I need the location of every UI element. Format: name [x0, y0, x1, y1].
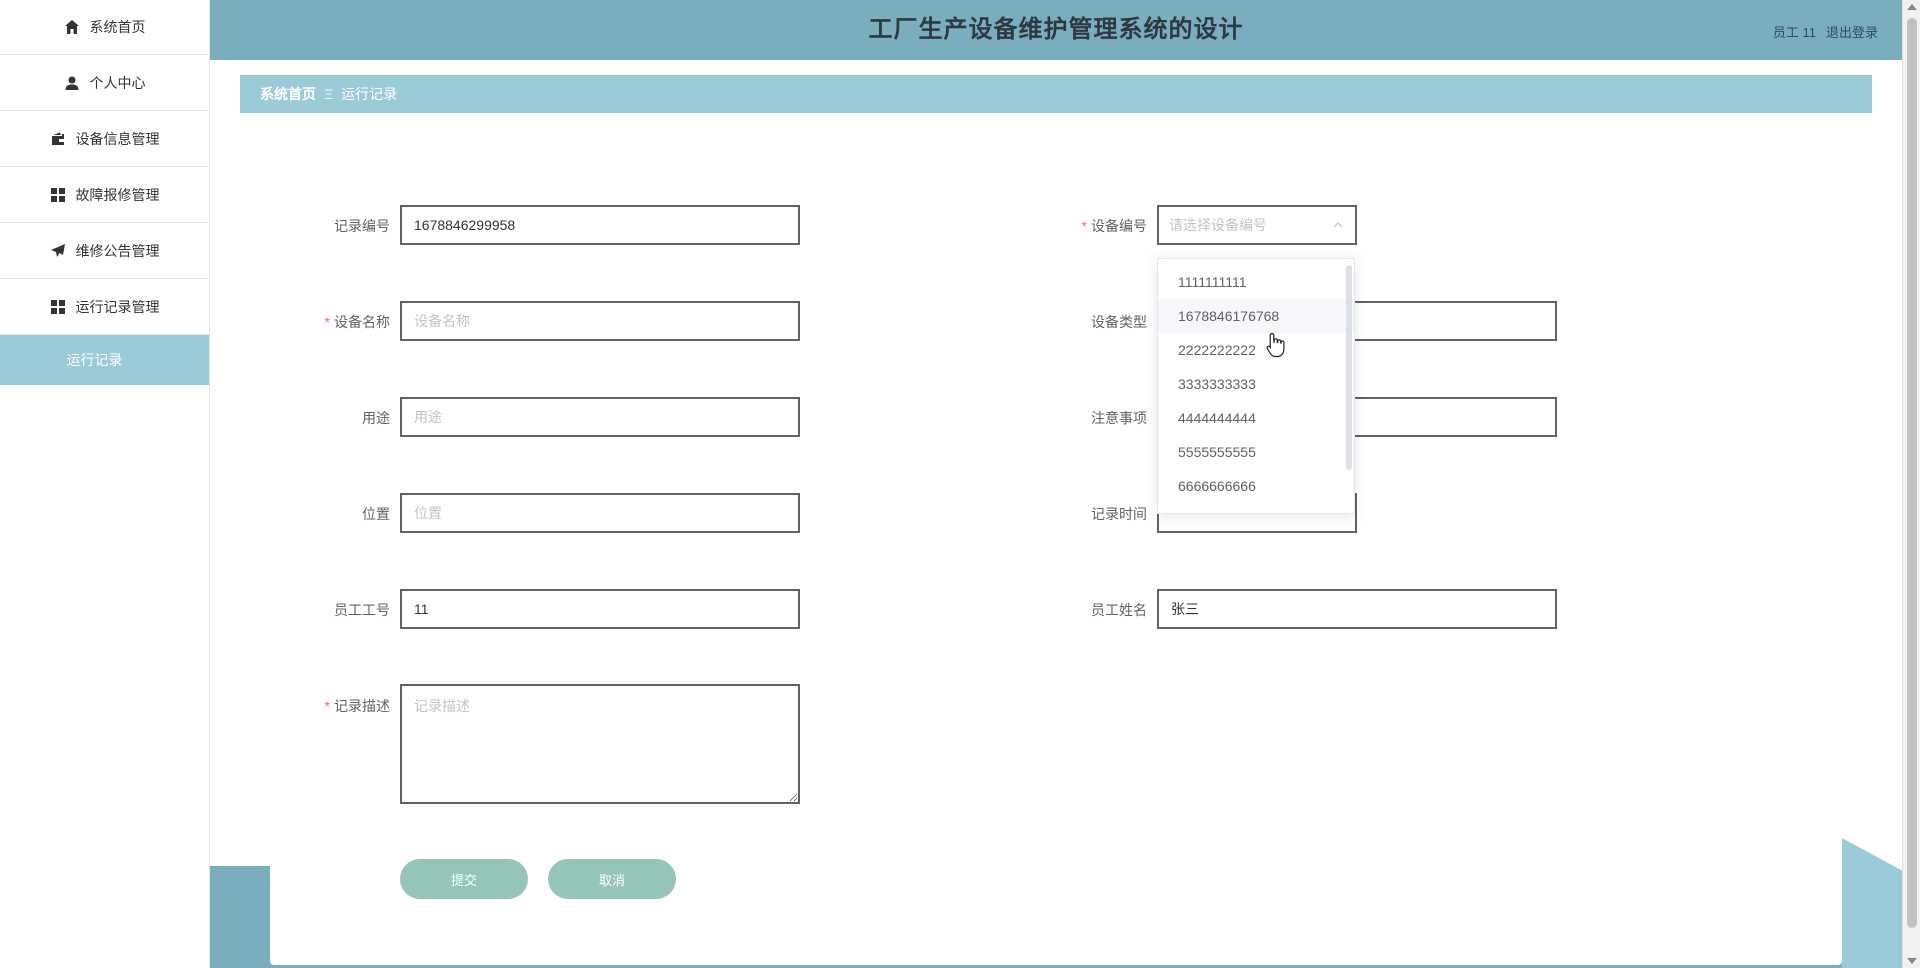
breadcrumb-current: 运行记录 — [341, 86, 398, 102]
dropdown-option[interactable]: 2222222222 — [1158, 333, 1354, 367]
grid-icon — [50, 299, 65, 314]
device-type-label: 设备类型 — [1091, 314, 1147, 330]
page-title: 工厂生产设备维护管理系统的设计 — [868, 16, 1244, 43]
record-time-label: 记录时间 — [1091, 506, 1147, 522]
decor-shape-left — [210, 866, 270, 968]
sidebar-item-repair-notice[interactable]: 维修公告管理 — [0, 223, 209, 279]
staff-name-input[interactable] — [1157, 589, 1557, 629]
cancel-button[interactable]: 取消 — [548, 859, 676, 899]
staff-no-label: 员工工号 — [334, 602, 390, 618]
usage-label: 用途 — [362, 410, 390, 426]
wallet-icon — [51, 132, 64, 145]
breadcrumb: 系统首页 Ξ 运行记录 — [240, 75, 1872, 113]
device-no-dropdown: 1111111111 1678846176768 2222222222 3333… — [1157, 258, 1355, 514]
dropdown-option[interactable]: 6666666666 — [1158, 469, 1354, 503]
sidebar-item-label: 故障报修管理 — [75, 186, 160, 203]
device-name-label: * 设备名称 — [324, 314, 390, 330]
sidebar-item-profile[interactable]: 个人中心 — [0, 55, 209, 111]
sidebar-item-label: 设备信息管理 — [75, 130, 160, 147]
device-name-input[interactable] — [400, 301, 800, 341]
scroll-up-icon[interactable] — [1907, 4, 1917, 10]
dropdown-option[interactable]: 5555555555 — [1158, 435, 1354, 469]
sidebar-item-label: 个人中心 — [89, 74, 146, 91]
submit-button[interactable]: 提交 — [400, 859, 528, 899]
scrollbar-thumb[interactable] — [1907, 18, 1917, 928]
dropdown-scrollbar[interactable] — [1346, 265, 1352, 470]
sidebar-item-device-info[interactable]: 设备信息管理 — [0, 111, 209, 167]
breadcrumb-home[interactable]: 系统首页 — [260, 84, 316, 104]
scroll-down-icon[interactable] — [1907, 958, 1917, 964]
sidebar-item-fault-repair[interactable]: 故障报修管理 — [0, 167, 209, 223]
dropdown-option[interactable]: 4444444444 — [1158, 401, 1354, 435]
notice-label: 注意事项 — [1091, 410, 1147, 426]
sidebar-item-label: 维修公告管理 — [75, 242, 160, 259]
decor-shape-right — [1842, 838, 1902, 968]
location-input[interactable] — [400, 493, 800, 533]
device-no-select-input[interactable] — [1159, 207, 1355, 243]
sidebar-item-run-record-mgmt[interactable]: 运行记录管理 — [0, 279, 209, 335]
record-no-input[interactable] — [400, 205, 800, 245]
device-no-select[interactable] — [1157, 205, 1357, 245]
dropdown-option[interactable]: 3333333333 — [1158, 367, 1354, 401]
sidebar: 系统首页 个人中心 设备信息管理 故障报修管理 维修公告管理 运行记录管理 运行… — [0, 0, 210, 968]
sidebar-item-home[interactable]: 系统首页 — [0, 0, 209, 55]
window-scrollbar[interactable] — [1902, 0, 1920, 968]
description-label: * 记录描述 — [324, 698, 390, 714]
dropdown-option[interactable]: 1678846176768 — [1158, 299, 1354, 333]
user-label: 员工 11 — [1772, 25, 1816, 40]
hand-cursor-icon — [1266, 332, 1285, 358]
sidebar-subitem-run-record[interactable]: 运行记录 — [0, 335, 209, 385]
device-no-label: * 设备编号 — [1081, 218, 1147, 234]
staff-no-input[interactable] — [400, 589, 800, 629]
header-user: 员工 11 退出登录 — [1773, 22, 1878, 41]
home-icon — [64, 20, 79, 34]
logout-link[interactable]: 退出登录 — [1826, 22, 1878, 41]
dropdown-option[interactable]: 1111111111 — [1158, 265, 1354, 299]
breadcrumb-separator: Ξ — [324, 86, 334, 102]
location-label: 位置 — [362, 506, 390, 522]
record-no-label: 记录编号 — [334, 218, 390, 234]
user-icon — [65, 76, 78, 90]
header: 工厂生产设备维护管理系统的设计 员工 11 退出登录 — [210, 0, 1902, 60]
send-icon — [50, 243, 65, 257]
grid-icon — [50, 187, 65, 202]
sidebar-item-label: 运行记录管理 — [75, 298, 160, 315]
description-textarea[interactable] — [400, 684, 800, 804]
usage-input[interactable] — [400, 397, 800, 437]
staff-name-label: 员工姓名 — [1091, 602, 1147, 618]
chevron-up-icon — [1333, 221, 1343, 228]
sidebar-item-label: 系统首页 — [89, 19, 146, 35]
